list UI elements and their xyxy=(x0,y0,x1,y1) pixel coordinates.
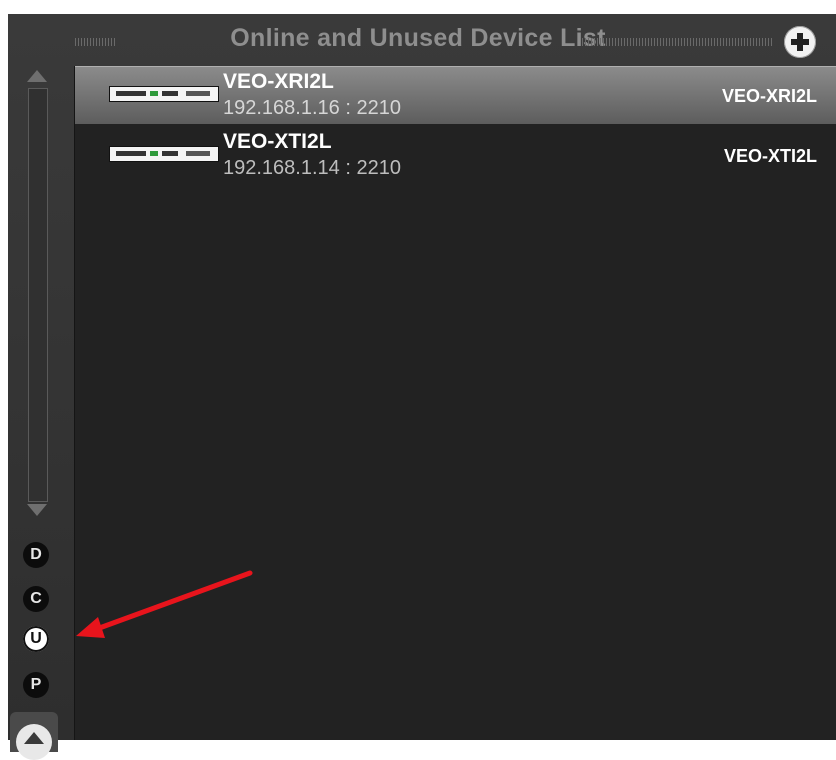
annotation-arrow xyxy=(76,570,253,638)
